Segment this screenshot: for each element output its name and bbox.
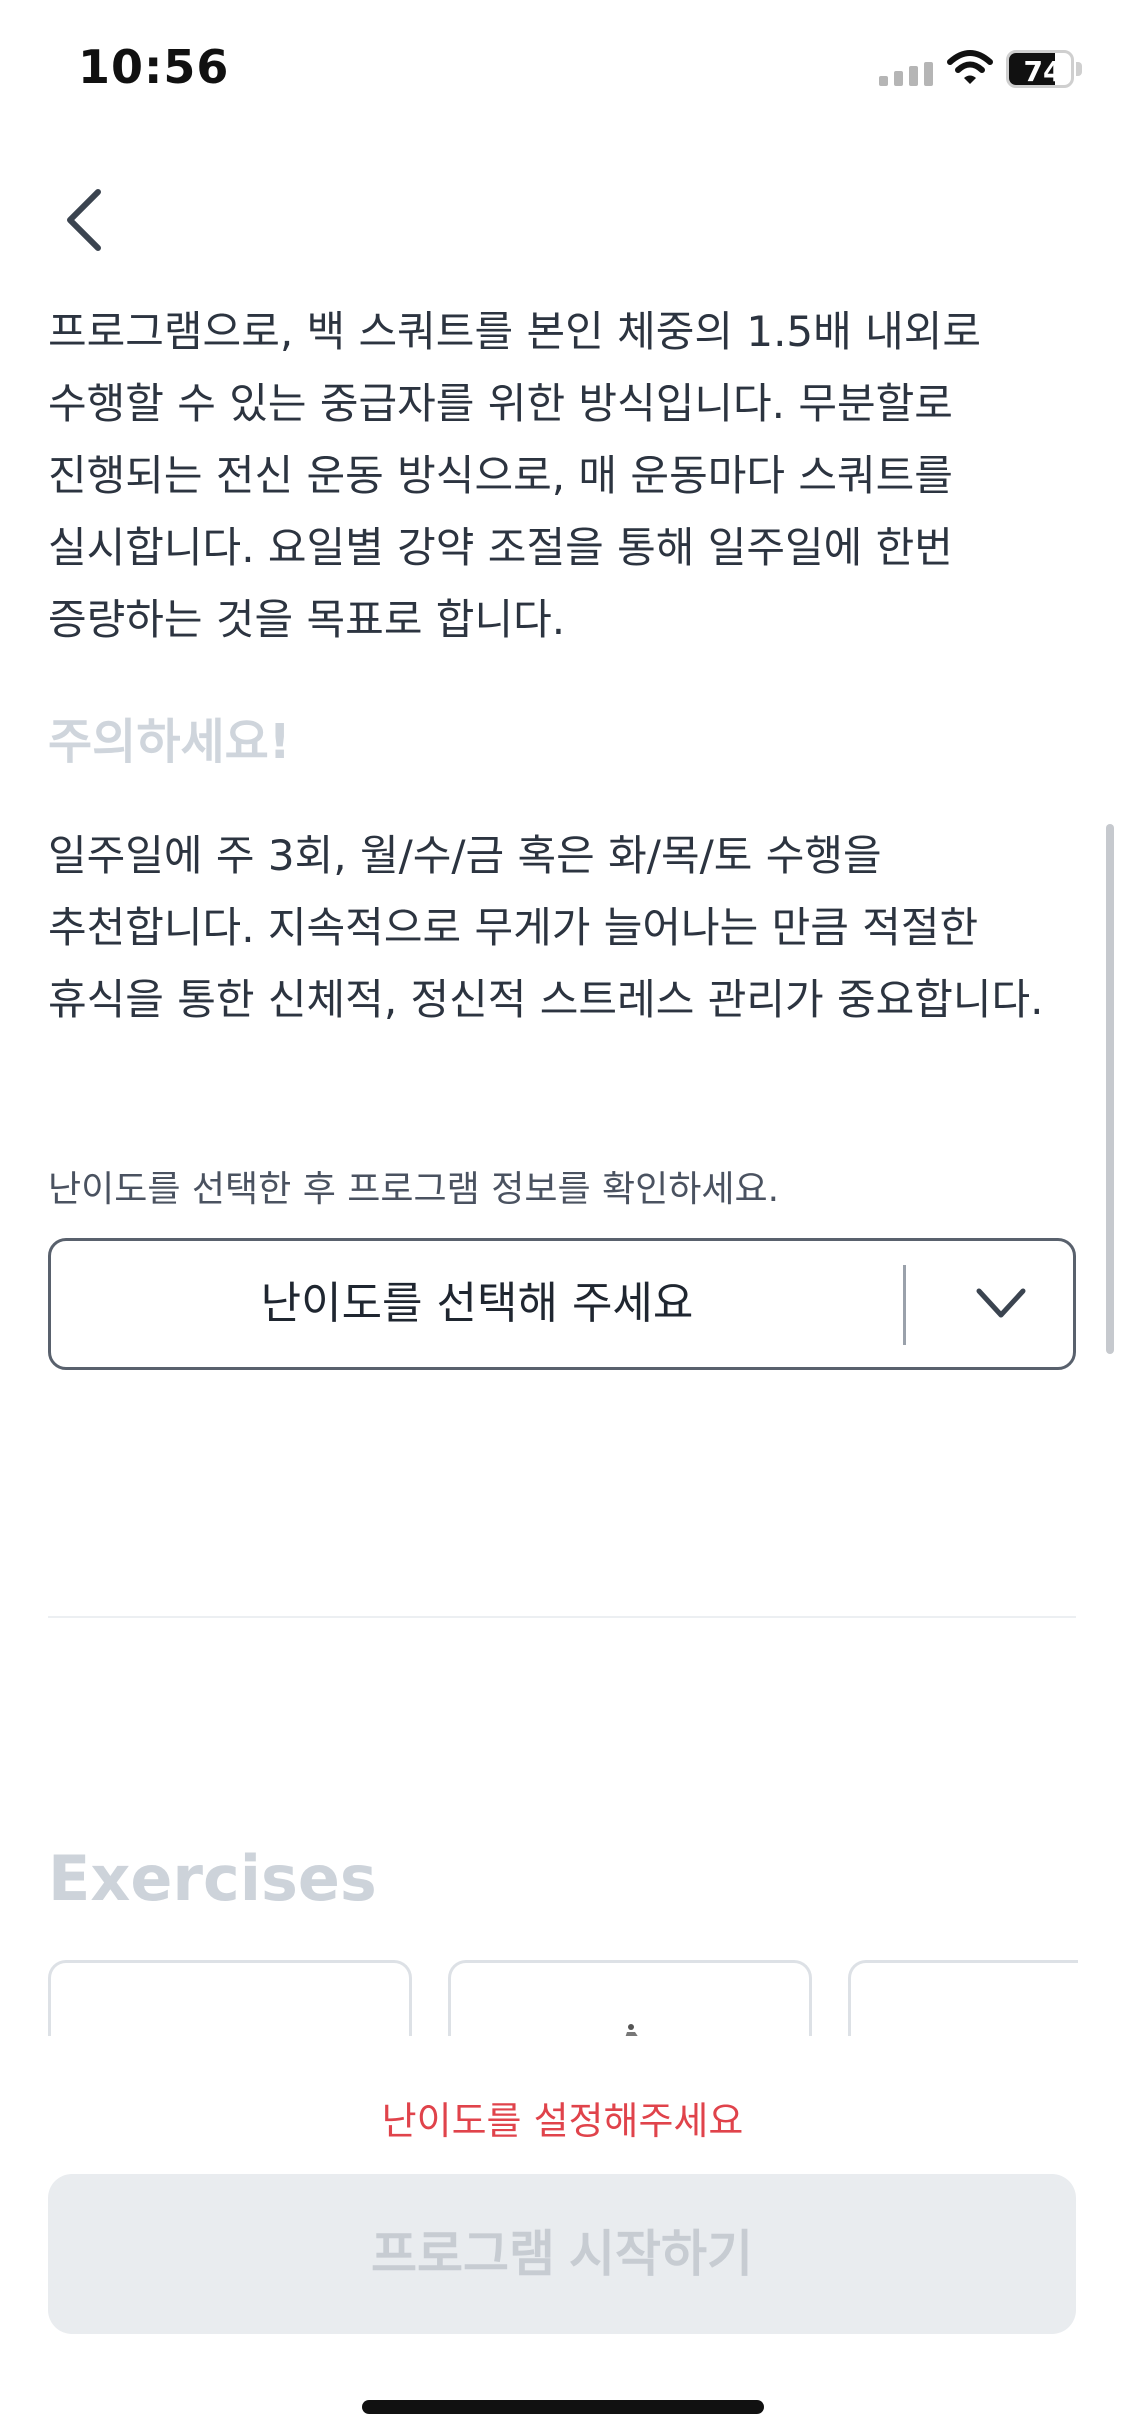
warning-text: 일주일에 주 3회, 월/수/금 혹은 화/목/토 수행을 추천합니다. 지속적… bbox=[48, 831, 1044, 1024]
start-program-button[interactable]: 프로그램 시작하기 bbox=[48, 2174, 1076, 2334]
signal-icon bbox=[879, 62, 933, 86]
status-bar: 10:56 74 bbox=[0, 0, 1125, 140]
exercise-card-list[interactable] bbox=[48, 1960, 1078, 2036]
program-description: 프로그램으로, 백 스쿼트를 본인 체중의 1.5배 내외로 수행할 수 있는 … bbox=[48, 307, 982, 644]
exercise-card[interactable] bbox=[848, 1960, 1078, 2036]
start-program-button-label: 프로그램 시작하기 bbox=[371, 2226, 753, 2282]
status-time: 10:56 bbox=[78, 40, 230, 94]
chevron-down-icon bbox=[976, 1288, 1026, 1318]
select-divider bbox=[903, 1265, 906, 1345]
scrollbar[interactable] bbox=[1106, 824, 1114, 1354]
section-divider bbox=[48, 1616, 1076, 1618]
difficulty-select-placeholder: 난이도를 선택해 주세요 bbox=[260, 1278, 694, 1329]
exercise-figure-icon bbox=[625, 2024, 638, 2036]
home-indicator bbox=[362, 2400, 764, 2414]
bottom-panel: 난이도를 설정해주세요 프로그램 시작하기 bbox=[0, 2036, 1125, 2436]
chevron-left-icon bbox=[67, 189, 101, 251]
wifi-icon bbox=[947, 50, 993, 84]
exercise-card[interactable] bbox=[448, 1960, 812, 2036]
warning-title: 주의하세요! bbox=[48, 714, 291, 770]
difficulty-select[interactable]: 난이도를 선택해 주세요 bbox=[48, 1238, 1076, 1370]
back-button[interactable] bbox=[54, 180, 114, 260]
exercise-card[interactable] bbox=[48, 1960, 412, 2036]
battery-indicator: 74 bbox=[1006, 50, 1082, 88]
error-message: 난이도를 설정해주세요 bbox=[381, 2099, 744, 2143]
battery-level: 74 bbox=[1023, 55, 1063, 88]
exercises-title: Exercises bbox=[48, 1842, 377, 1915]
difficulty-hint: 난이도를 선택한 후 프로그램 정보를 확인하세요. bbox=[48, 1169, 780, 1210]
